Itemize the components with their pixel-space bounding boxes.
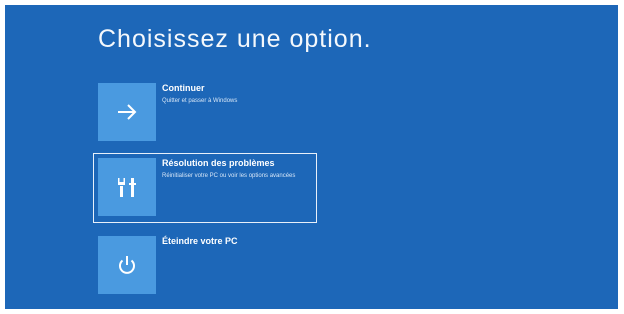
continue-description: Quitter et passer à Windows xyxy=(162,98,238,104)
shutdown-option[interactable]: Éteindre votre PC xyxy=(93,231,317,301)
continue-tile xyxy=(98,83,156,141)
troubleshoot-tile xyxy=(98,158,156,216)
shutdown-tile xyxy=(98,236,156,294)
shutdown-label: Éteindre votre PC xyxy=(162,236,238,246)
continue-label: Continuer xyxy=(162,83,205,93)
troubleshoot-label: Résolution des problèmes xyxy=(162,158,275,168)
page-title: Choisissez une option. xyxy=(98,25,372,53)
arrow-right-icon xyxy=(118,104,137,120)
continue-option[interactable]: Continuer Quitter et passer à Windows xyxy=(93,78,317,148)
troubleshoot-description: Réinitialiser votre PC ou voir les optio… xyxy=(162,173,296,179)
power-icon xyxy=(119,256,135,274)
troubleshoot-option[interactable]: Résolution des problèmes Réinitialiser v… xyxy=(93,153,317,223)
recovery-screen: Choisissez une option. Continuer Quitter… xyxy=(5,5,618,309)
tools-icon xyxy=(118,178,136,197)
